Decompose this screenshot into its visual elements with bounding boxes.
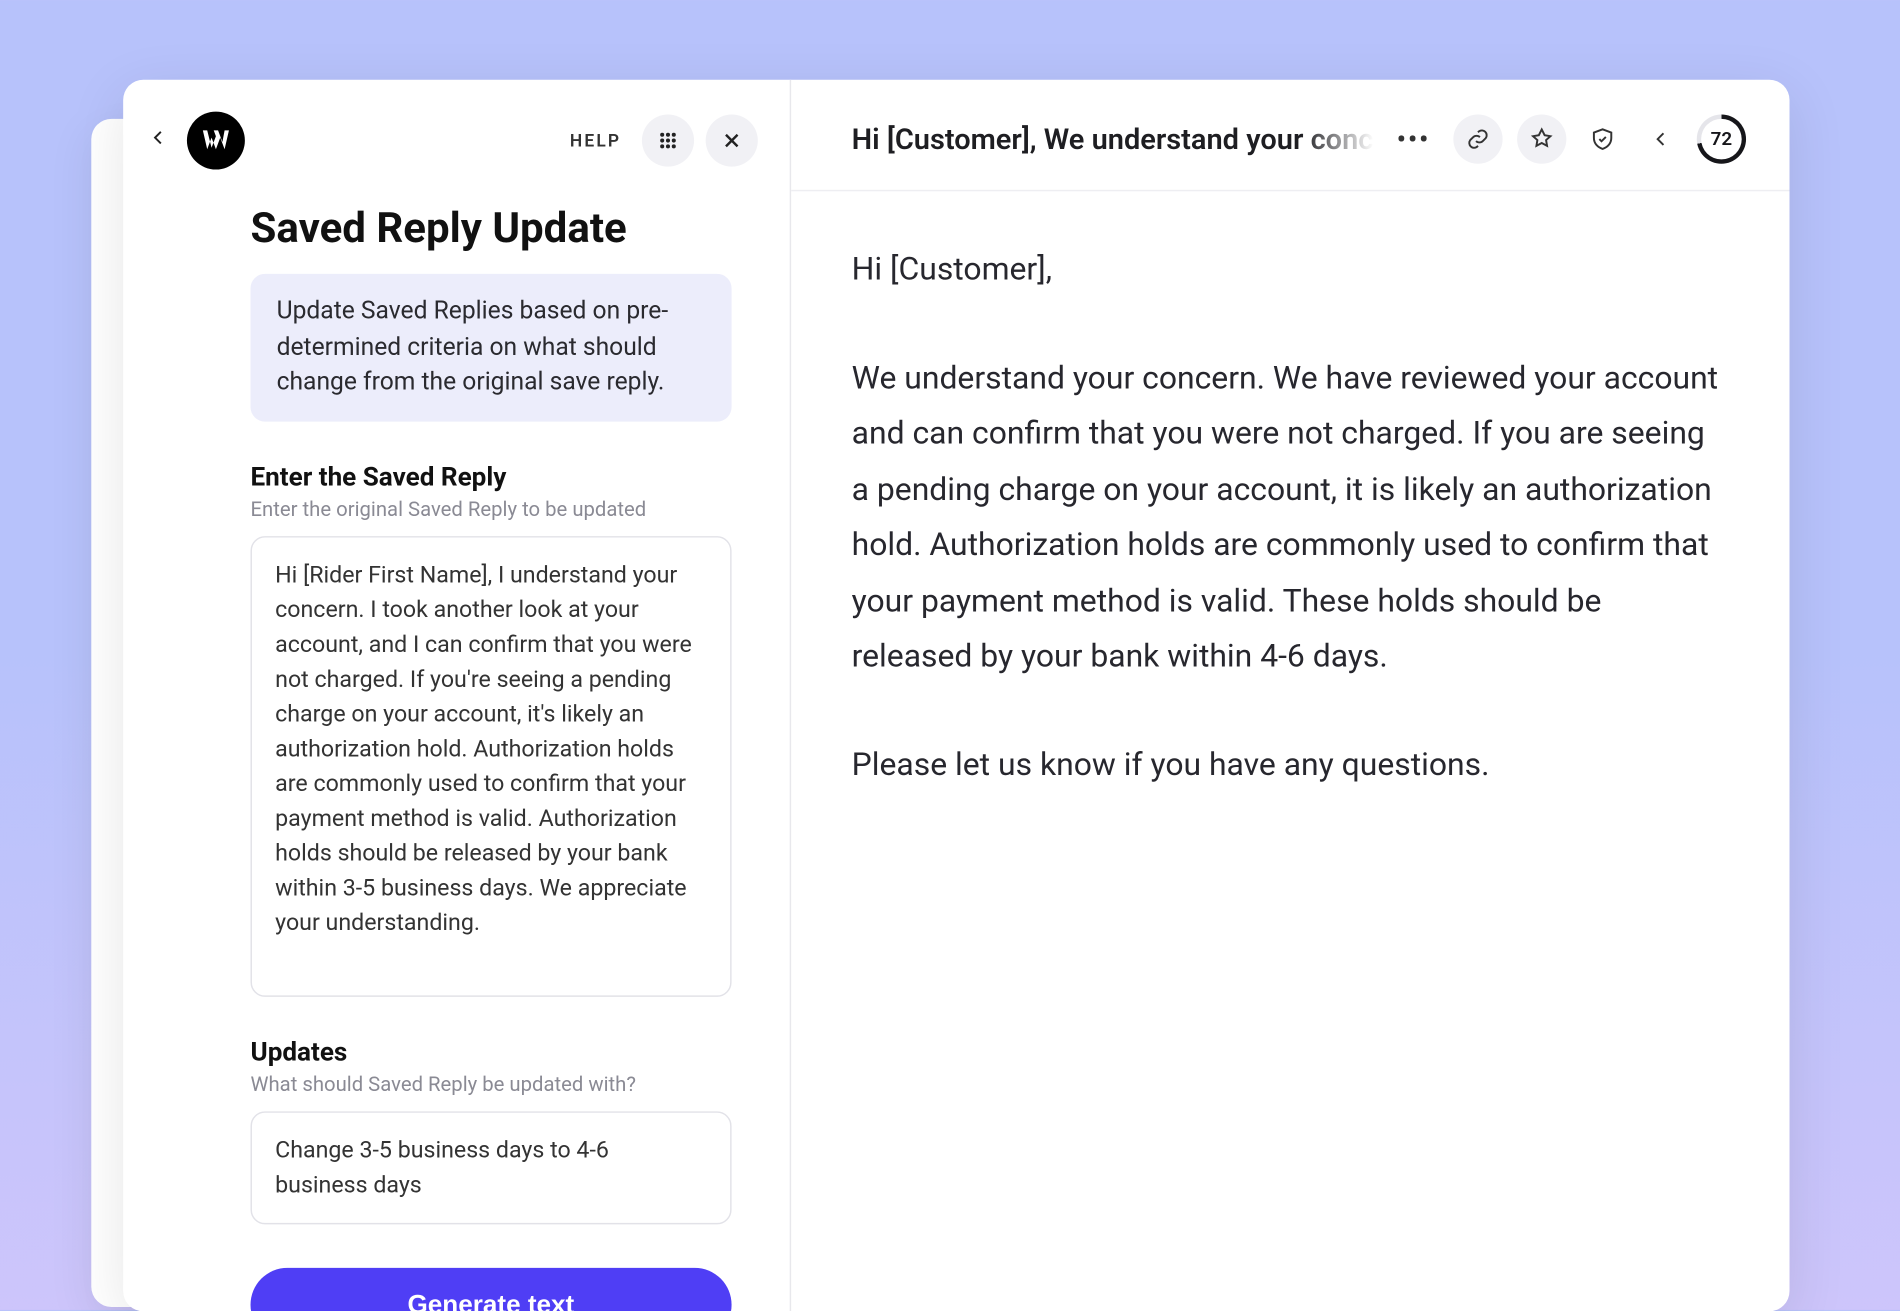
- output-paragraph: Hi [Customer],: [852, 243, 1729, 299]
- document-title[interactable]: Hi [Customer], We understand your concer…: [852, 122, 1374, 157]
- form-content: Saved Reply Update Update Saved Replies …: [123, 170, 789, 1311]
- right-header: Hi [Customer], We understand your concer…: [791, 80, 1790, 192]
- generate-button[interactable]: Generate text: [251, 1268, 732, 1311]
- document-body[interactable]: Hi [Customer], We understand your concer…: [791, 191, 1790, 898]
- back-icon[interactable]: [1639, 117, 1682, 160]
- shield-icon[interactable]: [1581, 117, 1624, 160]
- page-title: Saved Reply Update: [251, 204, 732, 253]
- score-value: 72: [1711, 128, 1733, 150]
- updates-input[interactable]: [251, 1111, 732, 1224]
- left-header: HELP: [123, 80, 789, 170]
- close-icon[interactable]: [705, 114, 757, 166]
- saved-reply-label: Enter the Saved Reply: [251, 462, 732, 492]
- left-pane: HELP Saved Reply Update Update Saved Rep…: [123, 80, 791, 1311]
- right-pane: Hi [Customer], We understand your concer…: [791, 80, 1790, 1311]
- link-icon[interactable]: [1453, 114, 1502, 163]
- output-paragraph: Please let us know if you have any quest…: [852, 738, 1729, 794]
- more-options-icon[interactable]: •••: [1388, 122, 1439, 157]
- saved-reply-input[interactable]: [251, 536, 732, 997]
- main-card: HELP Saved Reply Update Update Saved Rep…: [123, 80, 1789, 1311]
- description-box: Update Saved Replies based on pre-determ…: [251, 274, 732, 422]
- app-logo: [187, 112, 245, 170]
- apps-grid-icon[interactable]: [642, 114, 694, 166]
- help-label[interactable]: HELP: [570, 130, 621, 150]
- pin-icon[interactable]: [1517, 114, 1566, 163]
- updates-label: Updates: [251, 1037, 732, 1067]
- back-arrow-icon[interactable]: [141, 120, 176, 162]
- saved-reply-sublabel: Enter the original Saved Reply to be upd…: [251, 498, 732, 521]
- output-paragraph: We understand your concern. We have revi…: [852, 351, 1729, 686]
- updates-sublabel: What should Saved Reply be updated with?: [251, 1074, 732, 1097]
- score-indicator[interactable]: 72: [1697, 114, 1746, 163]
